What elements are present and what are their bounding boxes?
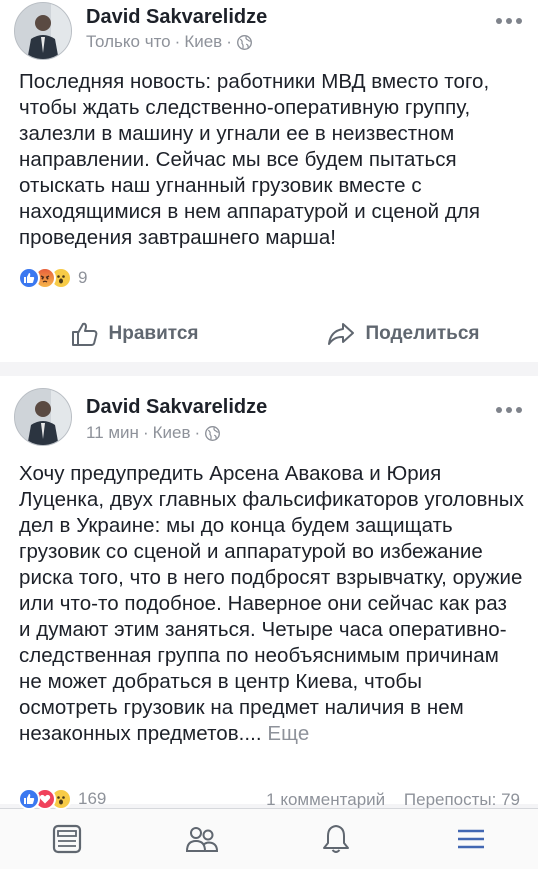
like-button[interactable]: Нравится	[0, 312, 269, 356]
post-actions: Нравится Поделиться	[0, 312, 538, 356]
post-meta: 11 мин · Киев ·	[86, 423, 221, 443]
notifications-icon	[323, 825, 350, 853]
tab-notifications[interactable]	[269, 809, 404, 869]
avatar[interactable]	[14, 388, 72, 446]
like-icon	[18, 267, 40, 289]
meta-separator: ·	[142, 423, 149, 442]
post-location[interactable]: Киев	[184, 32, 222, 52]
like-label: Нравится	[108, 323, 199, 344]
bottom-tab-bar	[0, 808, 538, 869]
post-card: David Sakvarelidze Только что · Киев · П…	[0, 0, 538, 362]
share-button[interactable]: Поделиться	[269, 312, 538, 356]
reaction-count[interactable]: 169	[78, 789, 106, 809]
post-text: Хочу предупредить Арсена Авакова и Юрия …	[19, 461, 524, 747]
meta-separator: ·	[226, 32, 232, 51]
post-location[interactable]: Киев	[153, 423, 191, 443]
post-stats: 1 комментарий Перепосты: 79	[266, 790, 520, 810]
meta-separator: ·	[194, 423, 201, 442]
post-meta: Только что · Киев ·	[86, 32, 253, 52]
share-icon	[328, 323, 355, 345]
post-text: Последняя новость: работники МВД вместо …	[19, 70, 490, 249]
post-text-content: Хочу предупредить Арсена Авакова и Юрия …	[19, 462, 524, 745]
tab-menu[interactable]	[404, 809, 538, 869]
meta-separator: ·	[174, 32, 181, 51]
reactions-summary[interactable]: 9	[18, 266, 87, 290]
post-author[interactable]: David Sakvarelidze	[86, 6, 267, 29]
reaction-count[interactable]: 9	[78, 268, 87, 288]
like-icon	[18, 788, 40, 810]
shares-count[interactable]: Перепосты: 79	[404, 790, 520, 809]
avatar[interactable]	[14, 2, 72, 60]
see-more-link[interactable]: Еще	[267, 722, 309, 745]
tab-news-feed[interactable]	[0, 809, 135, 869]
globe-icon	[205, 425, 221, 441]
comments-count[interactable]: 1 комментарий	[266, 790, 385, 809]
menu-icon	[457, 829, 484, 849]
globe-icon	[236, 34, 252, 50]
friends-icon	[185, 827, 218, 852]
more-options-icon[interactable]	[494, 14, 524, 28]
thumbs-up-icon	[71, 322, 97, 346]
tab-friends[interactable]	[135, 809, 270, 869]
post-time[interactable]: Только что	[86, 32, 171, 52]
post-author[interactable]: David Sakvarelidze	[86, 396, 267, 419]
more-options-icon[interactable]	[494, 403, 524, 417]
share-label: Поделиться	[365, 323, 480, 344]
post-time[interactable]: 11 мин	[86, 423, 139, 443]
news-feed-icon	[53, 824, 82, 854]
